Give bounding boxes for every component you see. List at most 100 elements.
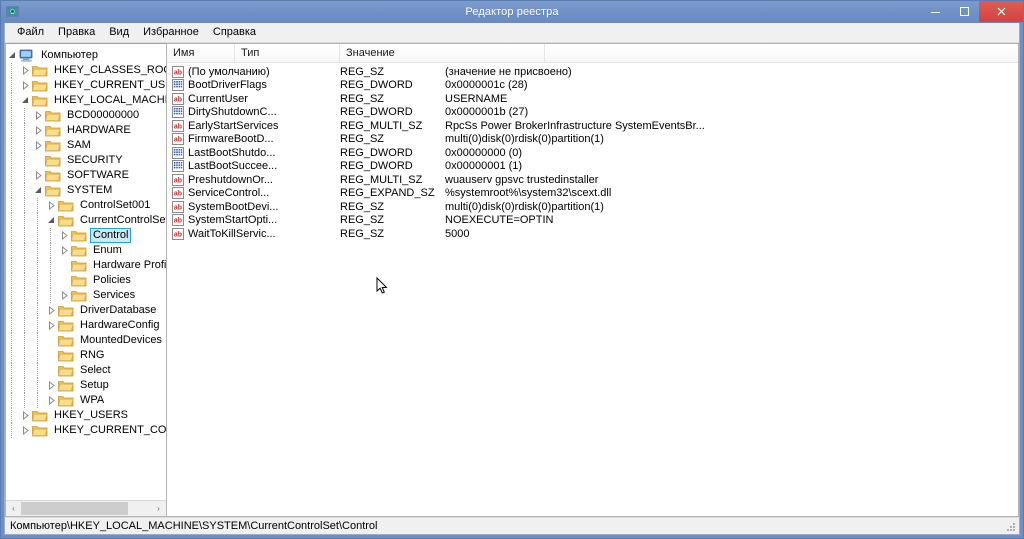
tree-guide	[45, 243, 58, 258]
menu-edit[interactable]: Правка	[51, 25, 102, 41]
collapse-arrow-icon[interactable]	[6, 48, 19, 63]
table-row[interactable]: ab ServiceControl... REG_EXPAND_SZ %systemr…	[167, 187, 1018, 201]
table-row[interactable]: ab (По умолчанию) REG_SZ (значение не присв…	[167, 65, 1018, 79]
tree-item-currentcontrolset[interactable]: CurrentControlSet	[6, 213, 166, 228]
tree-item-system[interactable]: SYSTEM	[6, 183, 166, 198]
value-name-cell: DirtyShutdownC...	[167, 106, 340, 119]
table-row[interactable]: ab CurrentUser REG_SZ USERNAME	[167, 92, 1018, 106]
tree-item-hardwareconfig[interactable]: HardwareConfig	[6, 318, 166, 333]
tree-guide	[19, 153, 32, 168]
collapse-arrow-icon[interactable]	[19, 93, 32, 108]
close-button[interactable]	[979, 1, 1023, 22]
table-row[interactable]: LastBootSuccee... REG_DWORD 0x00000001 (1)	[167, 160, 1018, 174]
scroll-track[interactable]	[21, 501, 151, 516]
table-row[interactable]: ab FirmwareBootD... REG_SZ multi(0)disk(0)r…	[167, 133, 1018, 147]
tree-item-bcd00000000[interactable]: BCD00000000	[6, 108, 166, 123]
tree-item-hkey-current-user[interactable]: HKEY_CURRENT_USER	[6, 78, 166, 93]
menu-view[interactable]: Вид	[102, 25, 136, 41]
resize-grip-icon[interactable]	[1005, 521, 1017, 533]
folder-icon	[32, 424, 48, 438]
tree-horizontal-scrollbar[interactable]: ‹ ›	[6, 500, 166, 516]
expand-arrow-icon[interactable]	[45, 303, 58, 318]
string-value-icon: ab	[171, 187, 184, 200]
tree-item-rng[interactable]: RNG	[6, 348, 166, 363]
tree-item-driverdatabase[interactable]: DriverDatabase	[6, 303, 166, 318]
folder-icon	[58, 214, 74, 228]
expand-arrow-icon[interactable]	[45, 378, 58, 393]
tree-item-enum[interactable]: Enum	[6, 243, 166, 258]
collapse-arrow-icon[interactable]	[32, 183, 45, 198]
svg-text:ab: ab	[173, 137, 181, 144]
scroll-thumb[interactable]	[21, 502, 128, 515]
table-row[interactable]: ab EarlyStartServices REG_MULTI_SZ RpcSs Po…	[167, 119, 1018, 133]
tree-item-hkey-classes-root[interactable]: HKEY_CLASSES_ROOT	[6, 63, 166, 78]
value-name-cell: ab ServiceControl...	[167, 187, 340, 200]
value-name-text: (По умолчанию)	[188, 65, 270, 78]
expand-arrow-icon[interactable]	[58, 228, 71, 243]
tree-guide	[45, 288, 58, 303]
tree-item-setup[interactable]: Setup	[6, 378, 166, 393]
maximize-button[interactable]	[950, 1, 979, 22]
expand-arrow-icon[interactable]	[32, 138, 45, 153]
tree-item-hkey-local-machine[interactable]: HKEY_LOCAL_MACHINE	[6, 93, 166, 108]
tree-item-hkey-current-config[interactable]: HKEY_CURRENT_CONFIG	[6, 423, 166, 438]
table-row[interactable]: ab WaitToKillServic... REG_SZ 5000	[167, 227, 1018, 241]
tree-item-sam[interactable]: SAM	[6, 138, 166, 153]
tree-item-label: ControlSet001	[80, 199, 151, 211]
table-row[interactable]: BootDriverFlags REG_DWORD 0x0000001c (28)	[167, 79, 1018, 93]
client-area: Файл Правка Вид Избранное Справка Компью…	[4, 23, 1020, 535]
title-bar[interactable]: Редактор реестра	[1, 1, 1023, 23]
minimize-button[interactable]	[921, 1, 950, 22]
expand-arrow-icon[interactable]	[45, 393, 58, 408]
tree-item-security[interactable]: SECURITY	[6, 153, 166, 168]
tree-item-hkey-users[interactable]: HKEY_USERS	[6, 408, 166, 423]
expand-arrow-icon[interactable]	[32, 123, 45, 138]
value-name-cell: ab EarlyStartServices	[167, 119, 340, 132]
tree-item-policies[interactable]: Policies	[6, 273, 166, 288]
table-row[interactable]: ab SystemStartOpti... REG_SZ NOEXECUTE=OPT…	[167, 214, 1018, 228]
tree-item-label: Hardware Profiles	[93, 259, 166, 271]
menu-favorites[interactable]: Избранное	[136, 25, 206, 41]
tree-item-hardware[interactable]: HARDWARE	[6, 123, 166, 138]
expand-arrow-icon[interactable]	[58, 243, 71, 258]
value-name-cell: ab (По умолчанию)	[167, 65, 340, 78]
expand-arrow-icon[interactable]	[19, 63, 32, 78]
folder-icon	[32, 79, 48, 93]
expand-arrow-icon[interactable]	[19, 408, 32, 423]
tree-item-controlset001[interactable]: ControlSet001	[6, 198, 166, 213]
collapse-arrow-icon[interactable]	[45, 213, 58, 228]
table-row[interactable]: ab SystemBootDevi... REG_SZ multi(0)disk(0)…	[167, 200, 1018, 214]
expand-arrow-icon[interactable]	[45, 318, 58, 333]
table-row[interactable]: DirtyShutdownC... REG_DWORD 0x0000001b (27…	[167, 106, 1018, 120]
expand-arrow-icon[interactable]	[19, 423, 32, 438]
menu-help[interactable]: Справка	[206, 25, 263, 41]
tree-item-wpa[interactable]: WPA	[6, 393, 166, 408]
registry-tree[interactable]: Компьютер HKEY_CLASSES_ROOT HKEY_CURRENT_U…	[6, 44, 166, 500]
tree-item-select[interactable]: Select	[6, 363, 166, 378]
value-data-cell: USERNAME	[445, 92, 508, 105]
expand-arrow-icon[interactable]	[32, 108, 45, 123]
table-row[interactable]: LastBootShutdo... REG_DWORD 0x00000000 (0)	[167, 146, 1018, 160]
menu-file[interactable]: Файл	[10, 25, 51, 41]
registry-values-list[interactable]: ab (По умолчанию) REG_SZ (значение не присв…	[167, 63, 1018, 516]
expand-arrow-icon[interactable]	[19, 78, 32, 93]
tree-item-services[interactable]: Services	[6, 288, 166, 303]
table-row[interactable]: ab PreshutdownOr... REG_MULTI_SZ wuauserv g…	[167, 173, 1018, 187]
expand-arrow-icon[interactable]	[58, 288, 71, 303]
expand-arrow-icon[interactable]	[32, 168, 45, 183]
column-header-type[interactable]: Тип	[235, 44, 340, 62]
svg-text:ab: ab	[173, 177, 181, 184]
scroll-left-icon[interactable]: ‹	[6, 501, 21, 516]
tree-item-software[interactable]: SOFTWARE	[6, 168, 166, 183]
tree-item-mounteddevices[interactable]: MountedDevices	[6, 333, 166, 348]
tree-item-hardware-profiles[interactable]: Hardware Profiles	[6, 258, 166, 273]
tree-item--[interactable]: Компьютер	[6, 48, 166, 63]
tree-item-label: HARDWARE	[67, 124, 131, 136]
expand-arrow-icon[interactable]	[45, 198, 58, 213]
string-value-icon: ab	[171, 200, 184, 213]
tree-item-control[interactable]: Control	[6, 228, 166, 243]
column-header-name[interactable]: Имя	[167, 44, 235, 62]
svg-text:ab: ab	[173, 69, 181, 76]
scroll-right-icon[interactable]: ›	[151, 501, 166, 516]
column-header-value[interactable]: Значение	[340, 44, 545, 62]
